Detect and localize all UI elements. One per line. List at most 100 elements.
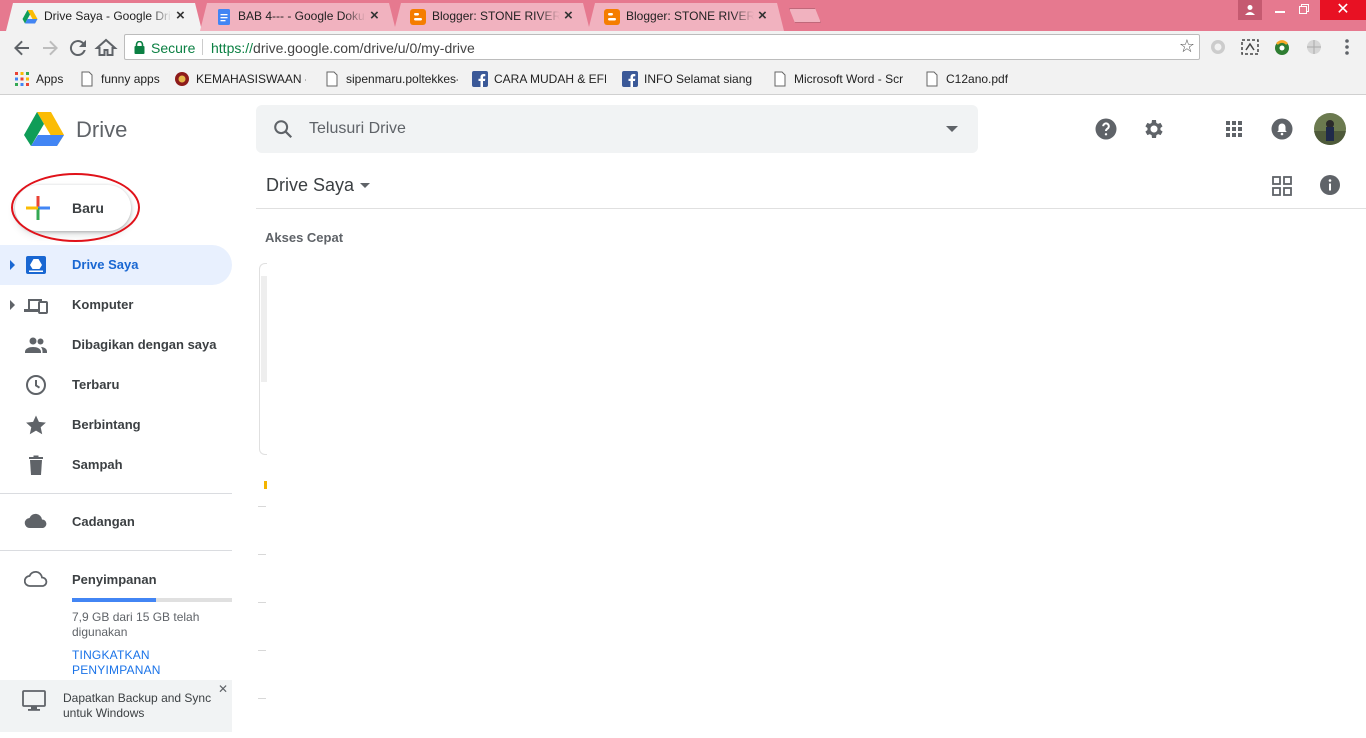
google-drive-logo-icon[interactable] xyxy=(24,112,64,146)
tab-bab4[interactable]: BAB 4--- - Google Dokumen × xyxy=(200,3,396,31)
tab-title: BAB 4--- - Google Dokumen xyxy=(238,9,366,23)
expand-arrow-icon[interactable] xyxy=(10,300,15,310)
sidebar-divider xyxy=(0,550,232,551)
sidebar-item-drive-saya[interactable]: Drive Saya xyxy=(0,245,232,285)
bookmarks-bar: Apps funny apps KEMAHASISWAAN - sipenmar… xyxy=(0,64,1366,95)
sidebar-item-label: Sampah xyxy=(72,457,123,472)
home-icon[interactable] xyxy=(94,36,118,60)
quick-access-card-edge[interactable] xyxy=(259,263,267,455)
storage-usage-text: 7,9 GB dari 15 GB telah digunakan xyxy=(72,610,200,639)
google-docs-icon xyxy=(218,9,230,25)
sidebar-item-label: Berbintang xyxy=(72,417,141,432)
settings-gear-icon[interactable] xyxy=(1142,117,1166,141)
page-icon xyxy=(81,71,93,87)
url-separator xyxy=(202,39,203,55)
download-extension-icon[interactable] xyxy=(1273,38,1291,56)
close-tab-icon[interactable]: × xyxy=(176,7,185,24)
search-box[interactable]: Telusuri Drive xyxy=(256,105,978,153)
bookmark-sipenmaru[interactable]: sipenmaru.poltekkes- xyxy=(324,71,464,89)
file-list-divider xyxy=(258,650,266,651)
bookmark-info-selamat[interactable]: INFO Selamat siang N xyxy=(622,71,762,89)
drive-brand-name[interactable]: Drive xyxy=(76,117,127,143)
shared-people-icon xyxy=(25,337,47,353)
url-text: https://drive.google.com/drive/u/0/my-dr… xyxy=(211,40,475,56)
menu-dots-icon[interactable] xyxy=(1338,38,1356,56)
close-promo-icon[interactable]: ✕ xyxy=(218,682,228,696)
close-window-icon[interactable]: ✕ xyxy=(1320,0,1366,20)
bookmark-kemahasiswaan[interactable]: KEMAHASISWAAN - xyxy=(174,71,314,89)
upgrade-storage-link[interactable]: TINGKATKAN PENYIMPANAN xyxy=(72,648,222,678)
desktop-computer-icon xyxy=(22,690,46,711)
back-icon[interactable] xyxy=(10,36,34,60)
bookmark-apps[interactable]: Apps xyxy=(14,71,74,89)
bookmark-label: Apps xyxy=(36,72,64,86)
page-icon xyxy=(326,71,338,87)
sidebar-item-penyimpanan[interactable]: Penyimpanan xyxy=(0,560,232,600)
bookmark-label: INFO Selamat siang N xyxy=(644,72,756,86)
cloud-outline-icon xyxy=(24,570,48,587)
computers-icon xyxy=(24,299,48,314)
main-header-divider xyxy=(256,208,1366,209)
tab-title: Blogger: STONE RIVER - E xyxy=(626,9,754,23)
sidebar-item-label: Penyimpanan xyxy=(72,572,157,587)
screenshot-extension-icon[interactable] xyxy=(1241,38,1259,56)
bookmark-label: KEMAHASISWAAN - xyxy=(196,72,306,86)
help-icon[interactable] xyxy=(1094,117,1118,141)
search-options-dropdown-icon[interactable] xyxy=(946,126,958,132)
bookmark-funny-apps[interactable]: funny apps xyxy=(79,71,169,89)
chevron-down-icon[interactable] xyxy=(360,183,370,188)
bookmark-label: Microsoft Word - Scr xyxy=(794,72,904,86)
sidebar-item-dibagikan[interactable]: Dibagikan dengan saya xyxy=(0,325,232,365)
notifications-bell-icon[interactable] xyxy=(1270,117,1294,141)
restore-icon[interactable] xyxy=(1292,0,1316,20)
sidebar-item-komputer[interactable]: Komputer xyxy=(0,285,232,325)
tab-drive-saya[interactable]: Drive Saya - Google Drive × xyxy=(6,3,202,31)
bookmark-star-icon[interactable]: ☆ xyxy=(1179,36,1195,57)
sidebar-item-berbintang[interactable]: Berbintang xyxy=(0,405,232,445)
new-tab-button[interactable] xyxy=(789,8,821,23)
search-placeholder: Telusuri Drive xyxy=(309,120,406,137)
annotation-highlight-circle xyxy=(11,173,140,242)
star-icon xyxy=(26,415,46,435)
tab-blogger-1[interactable]: Blogger: STONE RIVER - S × xyxy=(394,3,590,31)
sidebar-item-sampah[interactable]: Sampah xyxy=(0,445,232,485)
file-list-divider xyxy=(258,602,266,603)
extension-grey-icon[interactable] xyxy=(1209,38,1227,56)
blogger-icon xyxy=(604,9,620,25)
google-apps-grid-icon[interactable] xyxy=(1222,117,1246,141)
address-bar[interactable]: Secure https://drive.google.com/drive/u/… xyxy=(124,34,1200,60)
browser-toolbar: Secure https://drive.google.com/drive/u/… xyxy=(0,31,1366,64)
bookmark-c12ano[interactable]: C12ano.pdf xyxy=(924,71,1024,89)
file-type-marker xyxy=(264,481,267,489)
bookmark-label: funny apps xyxy=(101,72,160,86)
url-path: drive.google.com/drive/u/0/my-drive xyxy=(253,40,475,56)
blogger-icon xyxy=(410,9,426,25)
tab-strip: Drive Saya - Google Drive × BAB 4--- - G… xyxy=(0,0,1366,31)
bookmark-cara-mudah[interactable]: CARA MUDAH & EFE xyxy=(472,71,612,89)
forward-icon[interactable] xyxy=(38,36,62,60)
page-title[interactable]: Drive Saya xyxy=(266,175,354,196)
sidebar-item-cadangan[interactable]: Cadangan xyxy=(0,502,232,542)
expand-arrow-icon[interactable] xyxy=(10,260,15,270)
sidebar-item-label: Komputer xyxy=(72,297,134,312)
close-tab-icon[interactable]: × xyxy=(564,7,573,24)
sidebar-item-terbaru[interactable]: Terbaru xyxy=(0,365,232,405)
grid-view-icon[interactable] xyxy=(1271,175,1293,197)
info-icon[interactable] xyxy=(1319,174,1341,196)
close-tab-icon[interactable]: × xyxy=(370,7,379,24)
bookmark-microsoft-word[interactable]: Microsoft Word - Scr xyxy=(772,71,912,89)
backup-sync-promo[interactable]: Dapatkan Backup and Sync untuk Windows ✕ xyxy=(0,680,232,732)
profile-icon[interactable] xyxy=(1238,0,1262,20)
sidebar-item-label: Dibagikan dengan saya xyxy=(72,337,217,352)
minimize-icon[interactable] xyxy=(1268,0,1292,20)
search-icon[interactable] xyxy=(272,118,294,140)
apps-grid-icon xyxy=(15,72,29,86)
trash-icon xyxy=(29,455,43,475)
avatar[interactable] xyxy=(1314,113,1346,145)
reload-icon[interactable] xyxy=(66,36,90,60)
tab-blogger-2[interactable]: Blogger: STONE RIVER - E × xyxy=(588,3,784,31)
clock-icon xyxy=(26,375,46,395)
close-tab-icon[interactable]: × xyxy=(758,7,767,24)
globe-extension-icon[interactable] xyxy=(1305,38,1323,56)
quick-access-title: Akses Cepat xyxy=(265,230,344,245)
